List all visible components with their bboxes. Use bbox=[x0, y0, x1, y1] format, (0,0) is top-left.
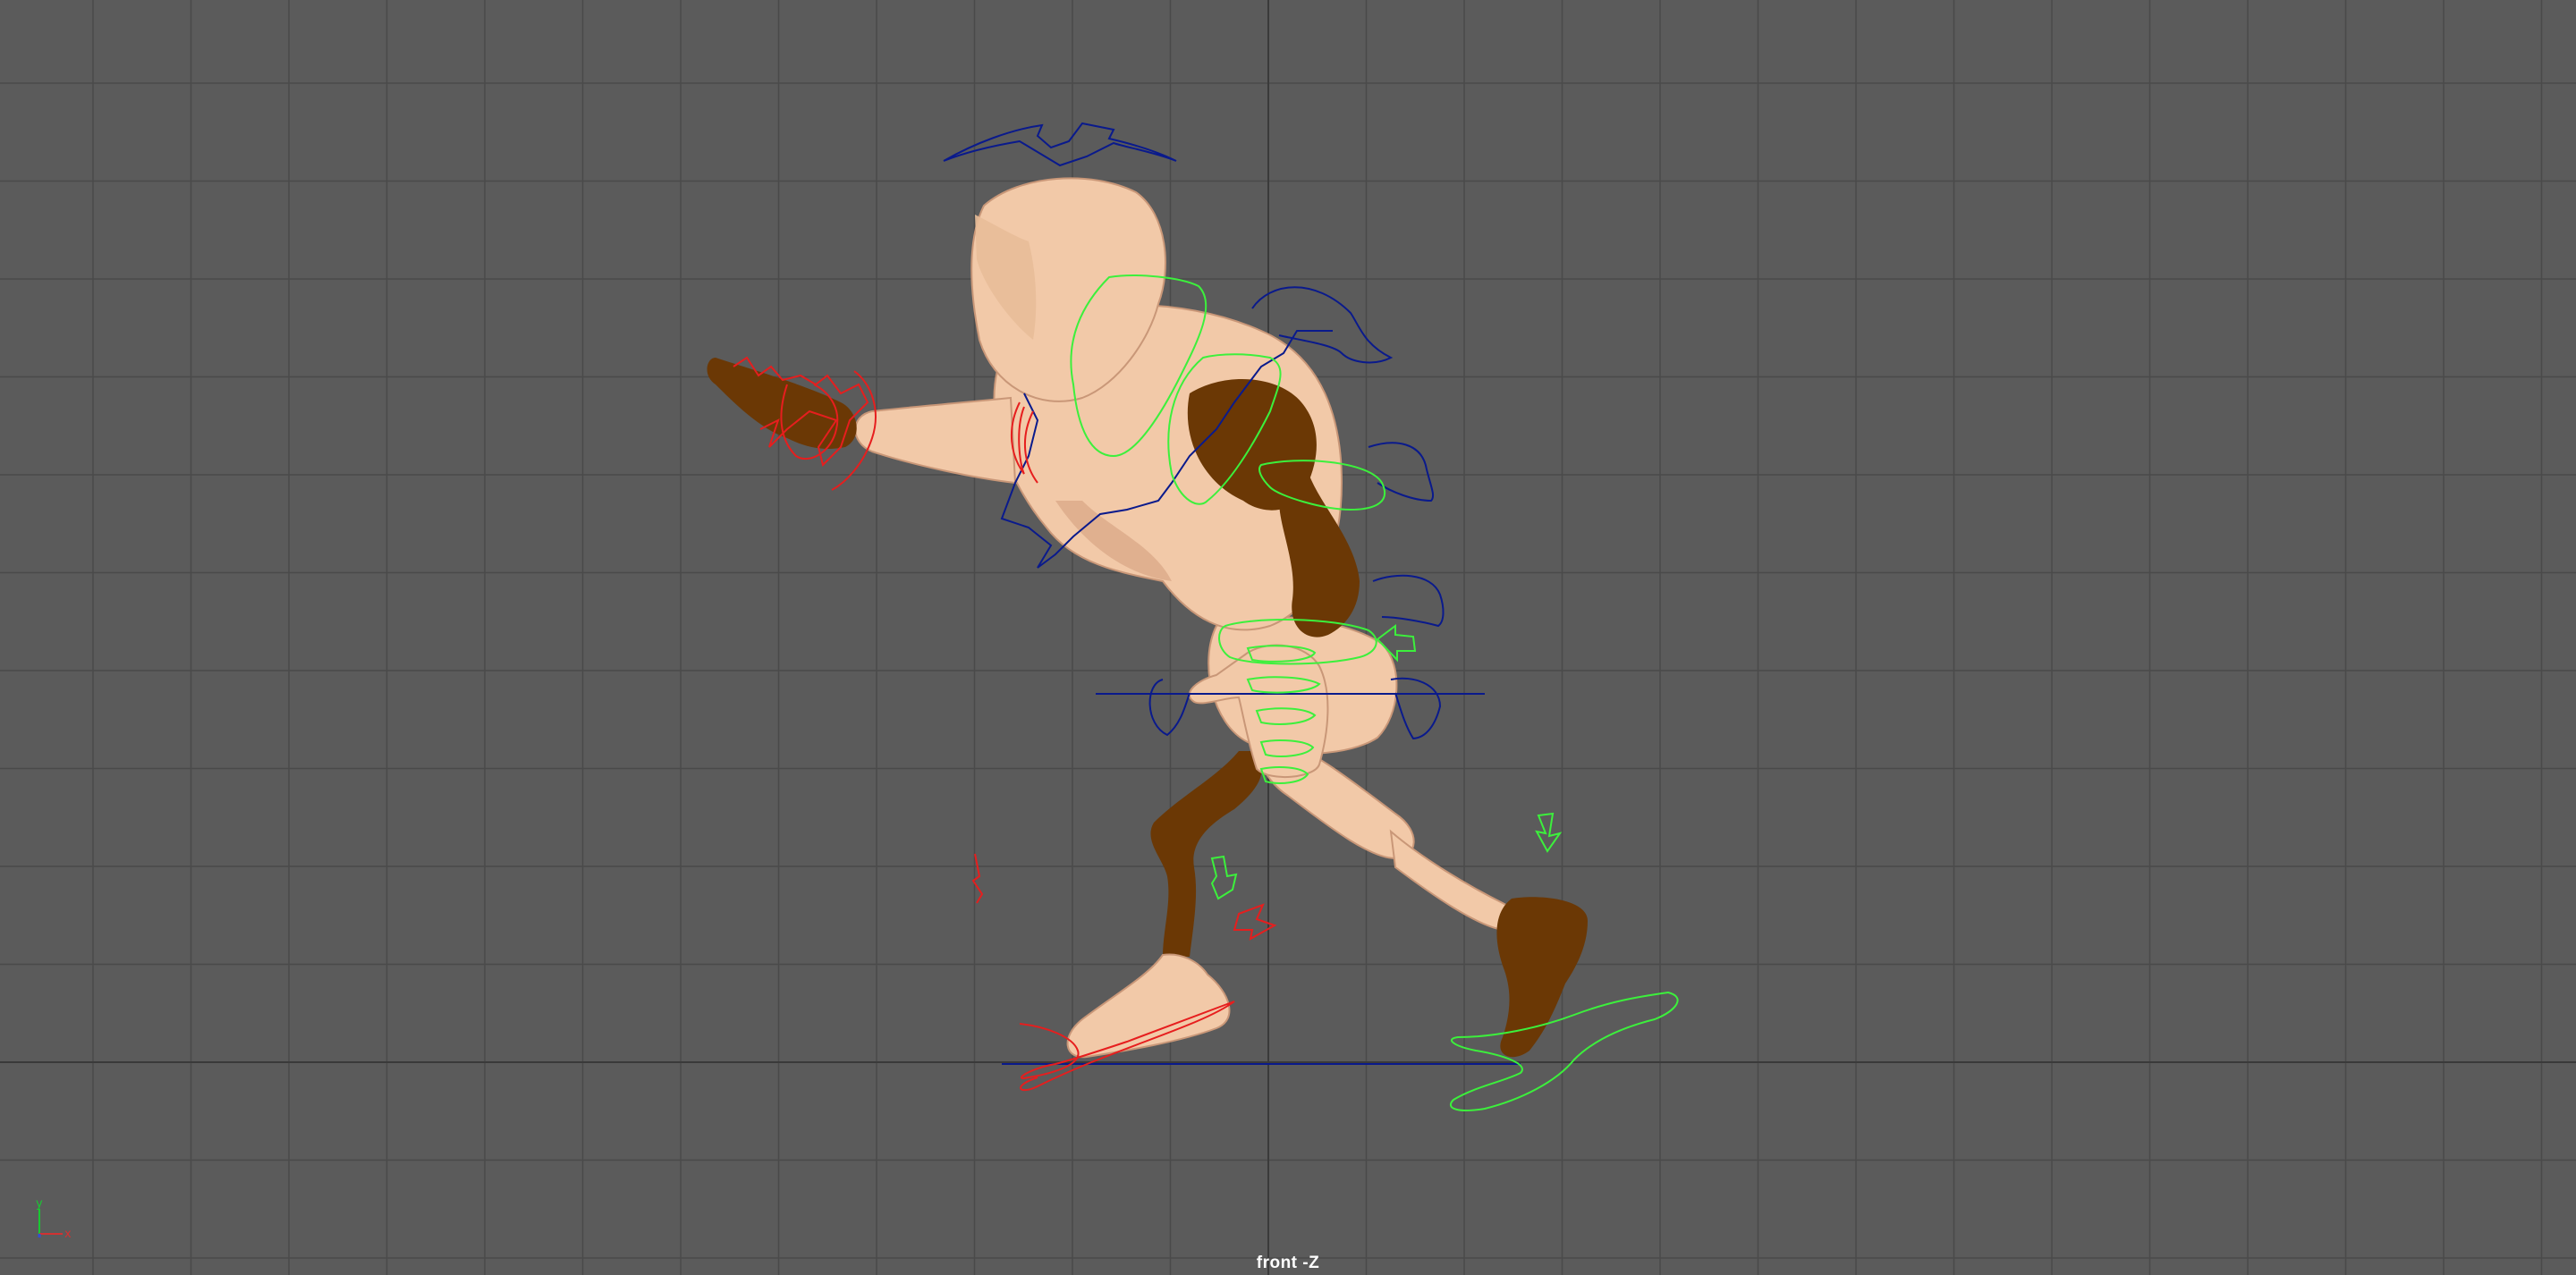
character-front-foot[interactable] bbox=[1496, 897, 1588, 1058]
hip-control-curve-upper[interactable] bbox=[1372, 574, 1445, 628]
axis-gizmo-y-label: y bbox=[36, 1197, 43, 1211]
scene-canvas[interactable]: y x bbox=[0, 0, 2576, 1275]
hip-control-curve-right[interactable] bbox=[1390, 677, 1442, 740]
axis-gizmo: y x bbox=[36, 1197, 72, 1241]
camera-name-label: front -Z bbox=[1256, 1254, 1320, 1272]
head-control-curve[interactable] bbox=[943, 122, 1177, 167]
viewport-front-camera[interactable]: y x front -Z bbox=[0, 0, 2576, 1275]
knee-pole-arrow-front[interactable] bbox=[1535, 812, 1563, 853]
knee-pole-arrow-back[interactable] bbox=[1210, 855, 1238, 900]
character-upper-arm-extended[interactable] bbox=[854, 396, 1017, 485]
foot-ik-control[interactable] bbox=[1450, 991, 1679, 1111]
character-back-leg[interactable] bbox=[1150, 751, 1262, 957]
character-front-shin[interactable] bbox=[1389, 829, 1517, 932]
arm-control-curve[interactable] bbox=[1368, 442, 1435, 502]
character-back-foot[interactable] bbox=[1066, 953, 1231, 1059]
axis-gizmo-x-label: x bbox=[64, 1228, 72, 1241]
character-model[interactable] bbox=[707, 177, 1588, 1059]
